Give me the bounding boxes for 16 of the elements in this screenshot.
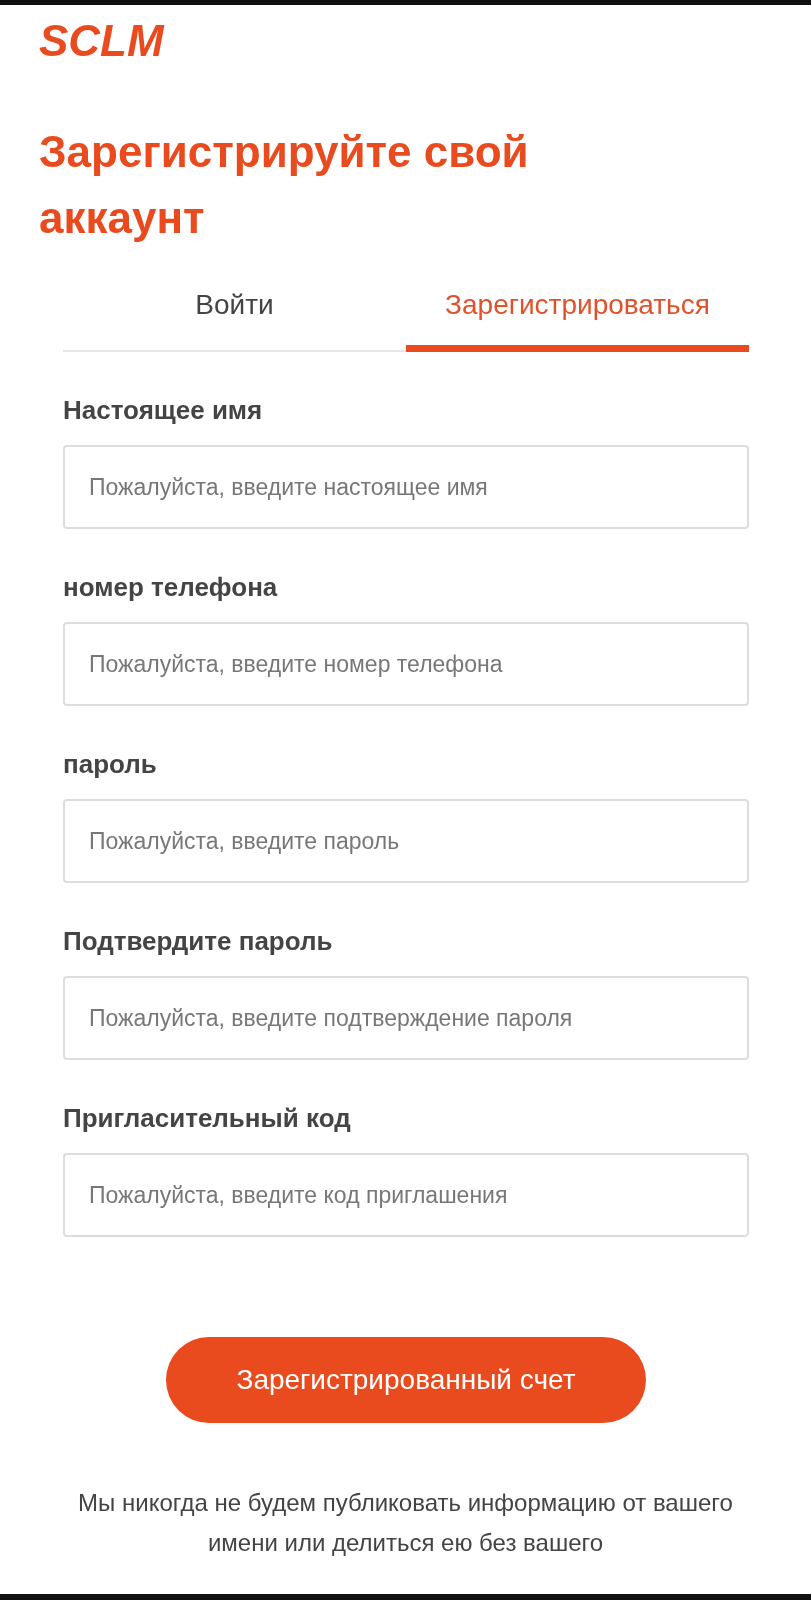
- input-field[interactable]: Пожалуйста, введите настоящее имя: [63, 445, 749, 529]
- field-label: номер телефона: [63, 571, 278, 604]
- input-field[interactable]: Пожалуйста, введите подтверждение пароля: [63, 976, 749, 1060]
- field-label: Подтвердите пароль: [63, 925, 333, 958]
- input-field[interactable]: Пожалуйста, введите пароль: [63, 799, 749, 883]
- privacy-notice: Мы никогда не будем публиковать информацию от вашего имени или делиться ею без вашего: [77, 1488, 734, 1558]
- field-label: пароль: [63, 748, 157, 781]
- tab[interactable]: Зарегистрироваться: [406, 269, 749, 352]
- logo: SCLM: [39, 15, 164, 67]
- field-label: Пригласительный код: [63, 1102, 351, 1135]
- input-field[interactable]: Пожалуйста, введите номер телефона: [63, 622, 749, 706]
- register-button[interactable]: Зарегистрированный счет: [166, 1337, 646, 1423]
- tab[interactable]: Войти: [63, 269, 406, 352]
- page-title: Зарегистрируйте свой аккаунт: [39, 126, 530, 244]
- field-label: Настоящее имя: [63, 394, 263, 427]
- input-field[interactable]: Пожалуйста, введите код приглашения: [63, 1153, 749, 1237]
